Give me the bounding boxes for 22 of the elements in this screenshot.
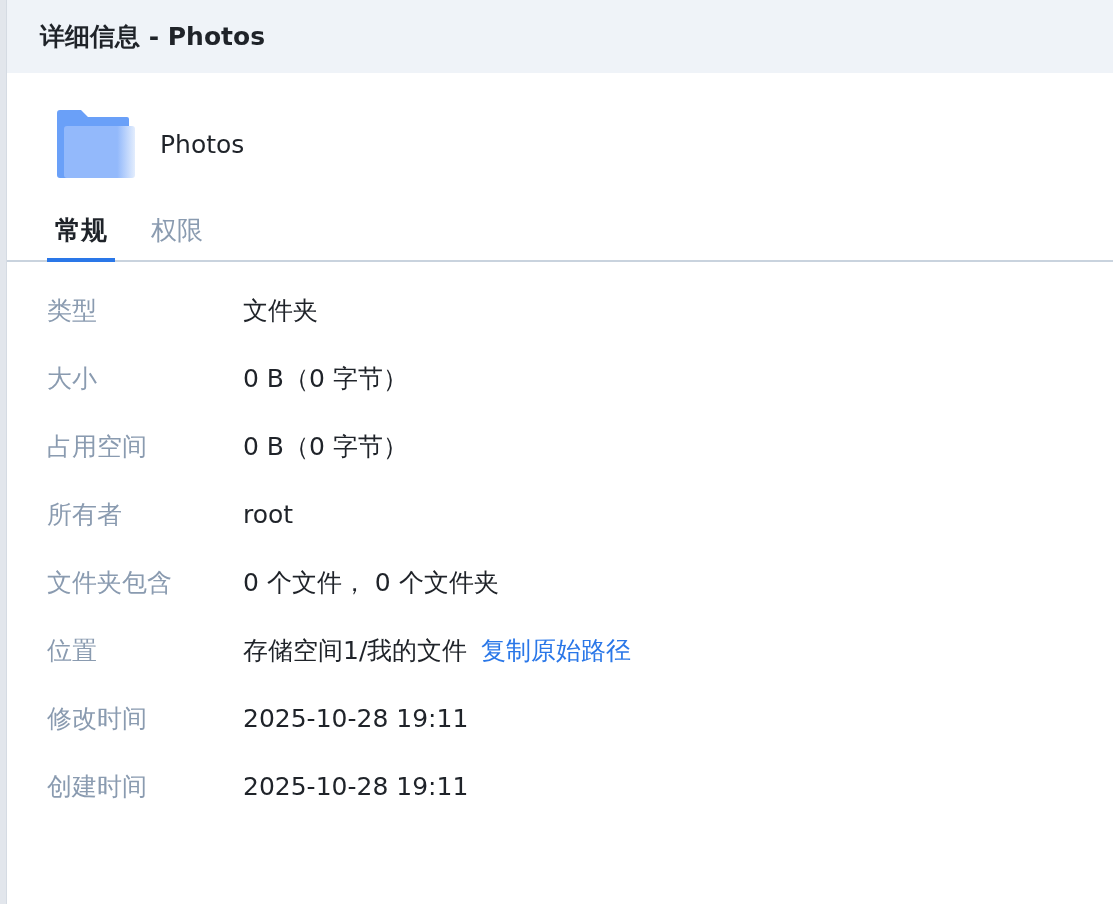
property-value: 0 个文件， 0 个文件夹 [243,566,499,599]
window-title: 详细信息 - Photos [40,21,266,53]
property-label: 位置 [47,634,98,667]
property-label: 修改时间 [47,702,148,735]
property-label: 类型 [47,294,98,327]
property-label: 文件夹包含 [47,566,173,599]
property-label: 大小 [47,362,98,395]
property-label: 创建时间 [47,770,148,803]
property-value: 文件夹 [243,294,318,327]
tab[interactable]: 常规 [47,205,115,262]
property-value: 0 B（0 字节） [243,362,408,395]
property-value: 0 B（0 字节） [243,430,408,463]
property-label: 所有者 [47,498,123,531]
property-label: 占用空间 [47,430,148,463]
property-value: 2025-10-28 19:11 [243,771,469,801]
tab[interactable]: 权限 [143,205,211,262]
property-value: 存储空间1/我的文件 [243,634,468,667]
property-value: root [243,499,294,529]
copy-path-link[interactable]: 复制原始路径 [481,633,632,667]
folder-icon [57,110,135,178]
folder-name: Photos [160,129,245,159]
property-value: 2025-10-28 19:11 [243,703,469,733]
